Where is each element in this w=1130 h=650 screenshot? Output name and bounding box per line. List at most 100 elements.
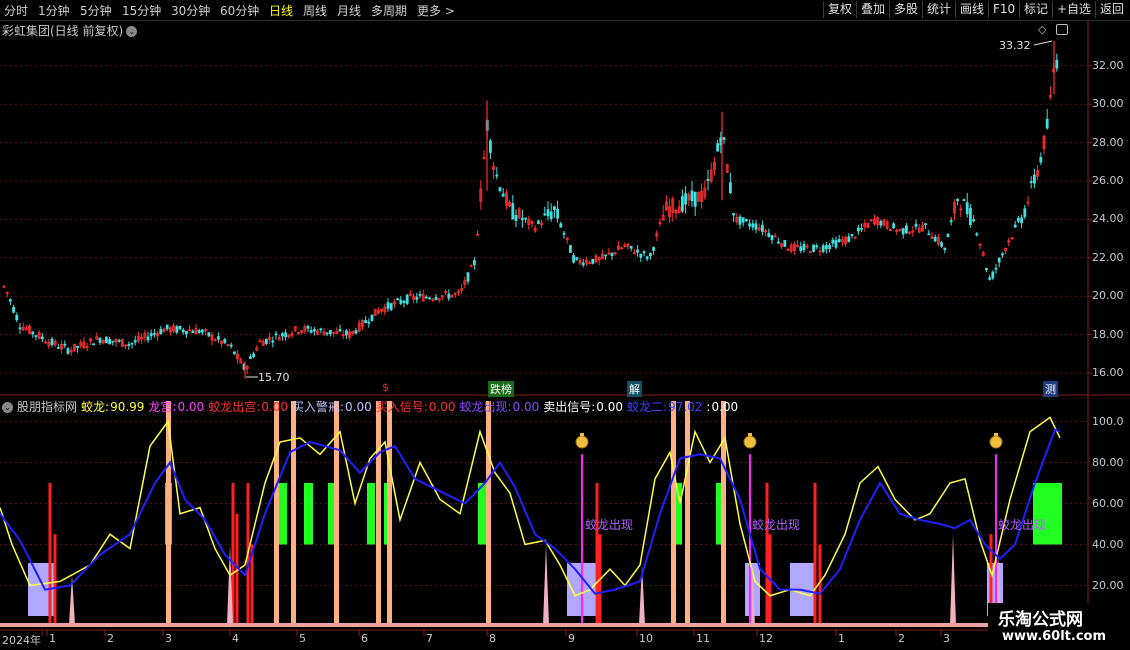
- candle: [63, 340, 67, 349]
- candle: [437, 298, 441, 303]
- candle: [604, 254, 607, 260]
- candle: [31, 331, 35, 338]
- candle: [508, 200, 512, 208]
- candle: [89, 337, 92, 346]
- candle: [351, 330, 355, 336]
- candle: [143, 330, 147, 342]
- indicator-field-label: 蛟龙:: [81, 400, 110, 414]
- indicator-field-label: 蛟龙出宫:: [208, 400, 261, 414]
- candle: [850, 234, 854, 239]
- indicator-field-value: 90.99: [110, 400, 145, 414]
- indicator-plot: [0, 401, 1088, 627]
- candle: [469, 264, 473, 268]
- candle: [213, 338, 217, 342]
- candle: [85, 342, 89, 352]
- candle: [300, 329, 304, 335]
- candle: [533, 225, 537, 233]
- high-pointer: [1033, 40, 1053, 46]
- candle: [332, 331, 336, 338]
- candle: [498, 186, 502, 193]
- indicator-name[interactable]: 股朋指标网: [17, 400, 77, 414]
- candle: [114, 337, 118, 347]
- indicator-field-8: :0.00: [706, 400, 738, 414]
- kline-chart[interactable]: [0, 0, 1130, 650]
- candle: [306, 324, 310, 333]
- date-label-3: 3: [165, 632, 172, 645]
- candle: [863, 219, 867, 232]
- candle: [255, 344, 259, 352]
- candle: [972, 215, 975, 223]
- candle: [492, 161, 496, 179]
- candle: [204, 327, 208, 336]
- candle: [501, 188, 505, 197]
- candle: [57, 343, 60, 349]
- candle: [274, 330, 278, 340]
- candle: [553, 205, 556, 218]
- chevron-down-icon[interactable]: ⌄: [2, 402, 13, 413]
- candle: [105, 336, 108, 344]
- candle: [69, 346, 73, 356]
- candle: [440, 295, 444, 301]
- candle: [610, 252, 614, 261]
- indicator-tick-2: 60.00: [1092, 496, 1124, 510]
- price-tick-0: 32.00: [1092, 58, 1124, 72]
- candle: [60, 339, 63, 354]
- candle: [578, 257, 582, 266]
- candle: [223, 337, 227, 345]
- candle: [1036, 165, 1039, 180]
- indicator-field-label: 卖出信号:: [543, 400, 596, 414]
- candle: [392, 298, 396, 309]
- price-tick-1: 30.00: [1092, 97, 1124, 111]
- candle: [319, 327, 323, 334]
- candle: [741, 217, 745, 227]
- candle: [693, 191, 697, 217]
- candle: [697, 191, 700, 202]
- indicator-field-5: 蛟龙出现:0.00: [459, 400, 539, 414]
- candle: [546, 201, 550, 221]
- date-label-13: 1: [838, 632, 845, 645]
- candle: [930, 232, 934, 239]
- window-icon[interactable]: [1056, 24, 1068, 35]
- candle: [965, 192, 969, 218]
- diamond-icon[interactable]: ◇: [1038, 23, 1046, 36]
- candle: [271, 336, 275, 348]
- candle: [722, 136, 726, 145]
- baseline-band: [0, 623, 1088, 627]
- date-label-7: 7: [426, 632, 433, 645]
- candle: [415, 292, 419, 304]
- candle: [472, 257, 476, 270]
- indicator-field-label: 蛟龙二:: [627, 400, 668, 414]
- candle: [735, 213, 739, 225]
- candle: [962, 198, 966, 202]
- date-label-2: 2: [107, 632, 114, 645]
- event-badge-2[interactable]: 解: [627, 381, 642, 397]
- candle: [815, 243, 819, 250]
- price-tick-2: 28.00: [1092, 135, 1124, 149]
- indicator-field-label: 买入信号:: [375, 400, 428, 414]
- candle: [652, 246, 655, 255]
- candle: [521, 209, 524, 228]
- indicator-field-2: 蛟龙出宫:0.00: [208, 400, 288, 414]
- candle: [124, 344, 127, 350]
- event-badge-1[interactable]: 跌榜: [488, 381, 514, 397]
- candle: [101, 339, 105, 345]
- candle: [431, 297, 435, 302]
- candle: [687, 192, 691, 207]
- candle: [761, 220, 764, 236]
- candle: [92, 343, 95, 346]
- candle: [716, 139, 719, 152]
- candle: [956, 198, 959, 206]
- pink-spike: [543, 544, 549, 625]
- candle: [226, 343, 230, 347]
- event-badge-3[interactable]: 测: [1043, 381, 1058, 397]
- candle: [617, 241, 620, 251]
- date-label-1: 1: [49, 632, 56, 645]
- candle: [860, 223, 863, 232]
- candle: [1042, 134, 1046, 155]
- candle: [767, 228, 771, 238]
- candle: [626, 243, 630, 250]
- candle: [335, 327, 339, 335]
- signal-bar: [387, 401, 392, 625]
- candle: [76, 345, 79, 353]
- event-badge-0[interactable]: $: [380, 381, 391, 394]
